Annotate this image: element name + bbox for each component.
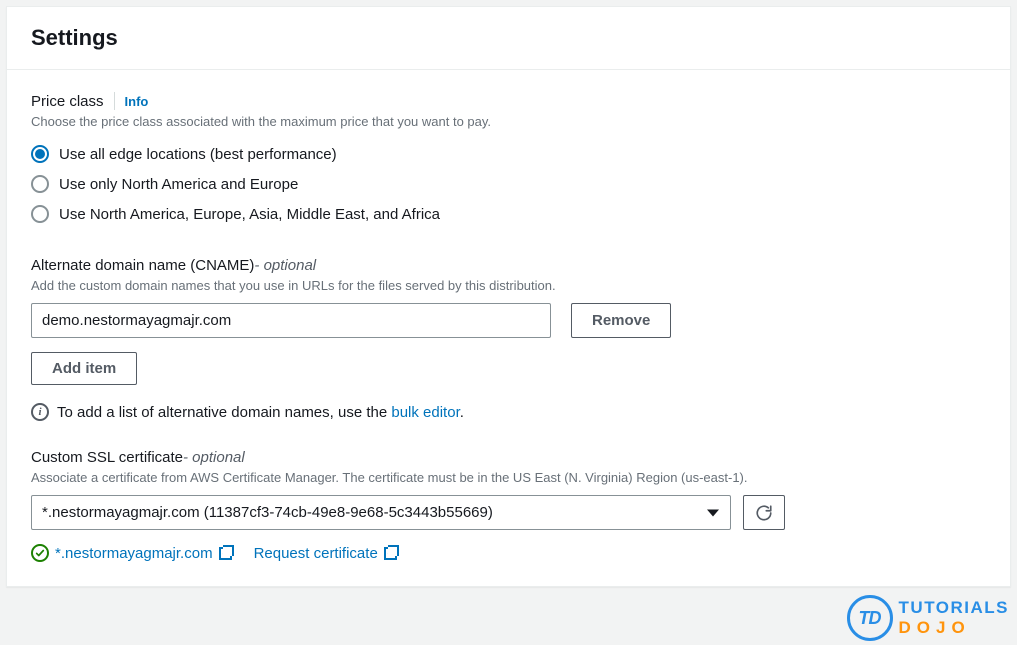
bulk-editor-link[interactable]: bulk editor: [391, 404, 459, 421]
request-certificate-link[interactable]: Request certificate: [254, 545, 397, 562]
watermark-brand-bottom: DOJO: [899, 619, 1009, 637]
radio-icon: [31, 175, 49, 193]
section-price-class: Price class Info Choose the price class …: [31, 92, 986, 229]
cname-title: Alternate domain name (CNAME): [31, 257, 254, 274]
watermark-badge: TD: [847, 595, 893, 641]
optional-label: - optional: [254, 257, 316, 274]
radio-icon: [31, 205, 49, 223]
external-link-icon: [384, 547, 397, 560]
ssl-description: Associate a certificate from AWS Certifi…: [31, 470, 986, 485]
request-certificate-text: Request certificate: [254, 545, 378, 562]
radio-label: Use all edge locations (best performance…: [59, 146, 337, 163]
hint-text-prefix: To add a list of alternative domain name…: [57, 404, 391, 421]
price-class-option-na-eu-asia-me-af[interactable]: Use North America, Europe, Asia, Middle …: [31, 199, 986, 229]
panel-header: Settings: [7, 7, 1010, 70]
section-ssl: Custom SSL certificate - optional Associ…: [31, 449, 986, 562]
cname-description: Add the custom domain names that you use…: [31, 278, 986, 293]
hint-text-suffix: .: [460, 404, 464, 421]
section-cname: Alternate domain name (CNAME) - optional…: [31, 257, 986, 421]
check-circle-icon: [31, 544, 49, 562]
price-class-description: Choose the price class associated with t…: [31, 114, 986, 129]
price-class-option-all[interactable]: Use all edge locations (best performance…: [31, 139, 986, 169]
watermark-brand-top: TUTORIALS: [899, 599, 1009, 617]
refresh-icon: [755, 504, 773, 522]
watermark-logo: TD TUTORIALS DOJO: [847, 595, 1009, 641]
remove-button[interactable]: Remove: [571, 303, 671, 338]
settings-panel: Settings Price class Info Choose the pri…: [6, 6, 1011, 587]
radio-icon: [31, 145, 49, 163]
bulk-editor-hint: i To add a list of alternative domain na…: [31, 403, 986, 421]
info-link[interactable]: Info: [125, 94, 149, 109]
validated-domain-text: *.nestormayagmajr.com: [55, 545, 213, 562]
refresh-button[interactable]: [743, 495, 785, 530]
panel-body: Price class Info Choose the price class …: [7, 70, 1010, 586]
validated-domain-link[interactable]: *.nestormayagmajr.com: [31, 544, 232, 562]
radio-label: Use only North America and Europe: [59, 176, 298, 193]
external-link-icon: [219, 547, 232, 560]
page-title: Settings: [31, 25, 986, 51]
optional-label: - optional: [183, 449, 245, 466]
ssl-title: Custom SSL certificate: [31, 449, 183, 466]
price-class-title: Price class: [31, 93, 104, 110]
price-class-option-na-eu[interactable]: Use only North America and Europe: [31, 169, 986, 199]
price-class-radio-group: Use all edge locations (best performance…: [31, 139, 986, 229]
ssl-selected-value: *.nestormayagmajr.com (11387cf3-74cb-49e…: [42, 504, 493, 521]
add-item-button[interactable]: Add item: [31, 352, 137, 385]
cname-input[interactable]: [31, 303, 551, 338]
radio-label: Use North America, Europe, Asia, Middle …: [59, 206, 440, 223]
ssl-certificate-select[interactable]: *.nestormayagmajr.com (11387cf3-74cb-49e…: [31, 495, 731, 530]
divider: [114, 92, 115, 110]
info-icon: i: [31, 403, 49, 421]
